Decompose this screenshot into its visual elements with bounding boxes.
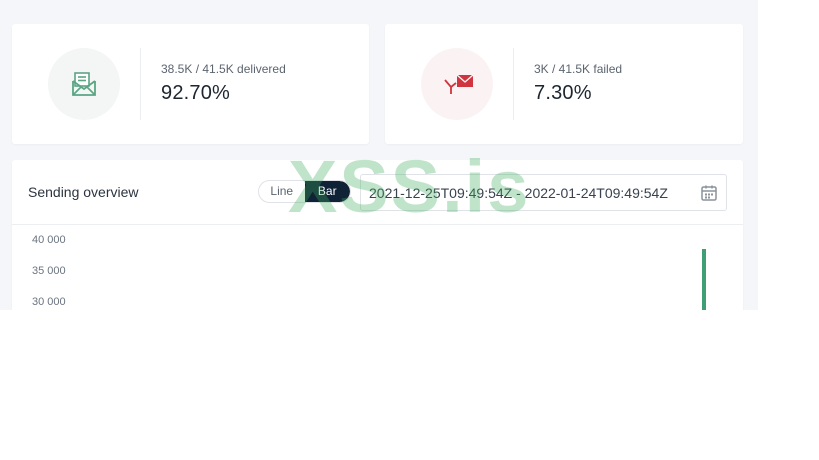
delivered-count-label: 38.5K / 41.5K delivered <box>161 62 286 76</box>
envelope-open-icon <box>72 72 96 96</box>
card-divider <box>513 48 514 120</box>
y-tick-label: 40 000 <box>32 234 66 246</box>
delivered-stat-card: 38.5K / 41.5K delivered 92.70% <box>12 24 369 144</box>
dashboard-canvas: 38.5K / 41.5K delivered 92.70% 3K / 41.5… <box>0 0 758 310</box>
chart-type-toggle: Line Bar <box>258 180 351 203</box>
y-tick-label: 35 000 <box>32 265 66 277</box>
failed-icon-badge <box>421 48 493 120</box>
delivered-icon-badge <box>48 48 120 120</box>
panel-divider <box>12 224 743 225</box>
failed-count-label: 3K / 41.5K failed <box>534 62 623 76</box>
toggle-bar-button[interactable]: Bar <box>304 181 350 202</box>
y-tick-label: 30 000 <box>32 296 66 308</box>
chart-bar <box>702 249 706 310</box>
panel-title: Sending overview <box>28 184 139 200</box>
card-divider <box>140 48 141 120</box>
failed-percentage: 7.30% <box>534 82 592 104</box>
sending-overview-panel: Sending overview Line Bar 2021-12-25T09:… <box>12 160 743 310</box>
envelope-failed-icon <box>444 74 474 94</box>
toggle-line-button[interactable]: Line <box>259 181 305 202</box>
delivered-percentage: 92.70% <box>161 82 231 104</box>
date-range-picker[interactable]: 2021-12-25T09:49:54Z - 2022-01-24T09:49:… <box>360 174 727 211</box>
failed-stat-card: 3K / 41.5K failed 7.30% <box>385 24 743 144</box>
date-range-value: 2021-12-25T09:49:54Z - 2022-01-24T09:49:… <box>369 185 668 201</box>
calendar-icon[interactable] <box>700 184 718 202</box>
